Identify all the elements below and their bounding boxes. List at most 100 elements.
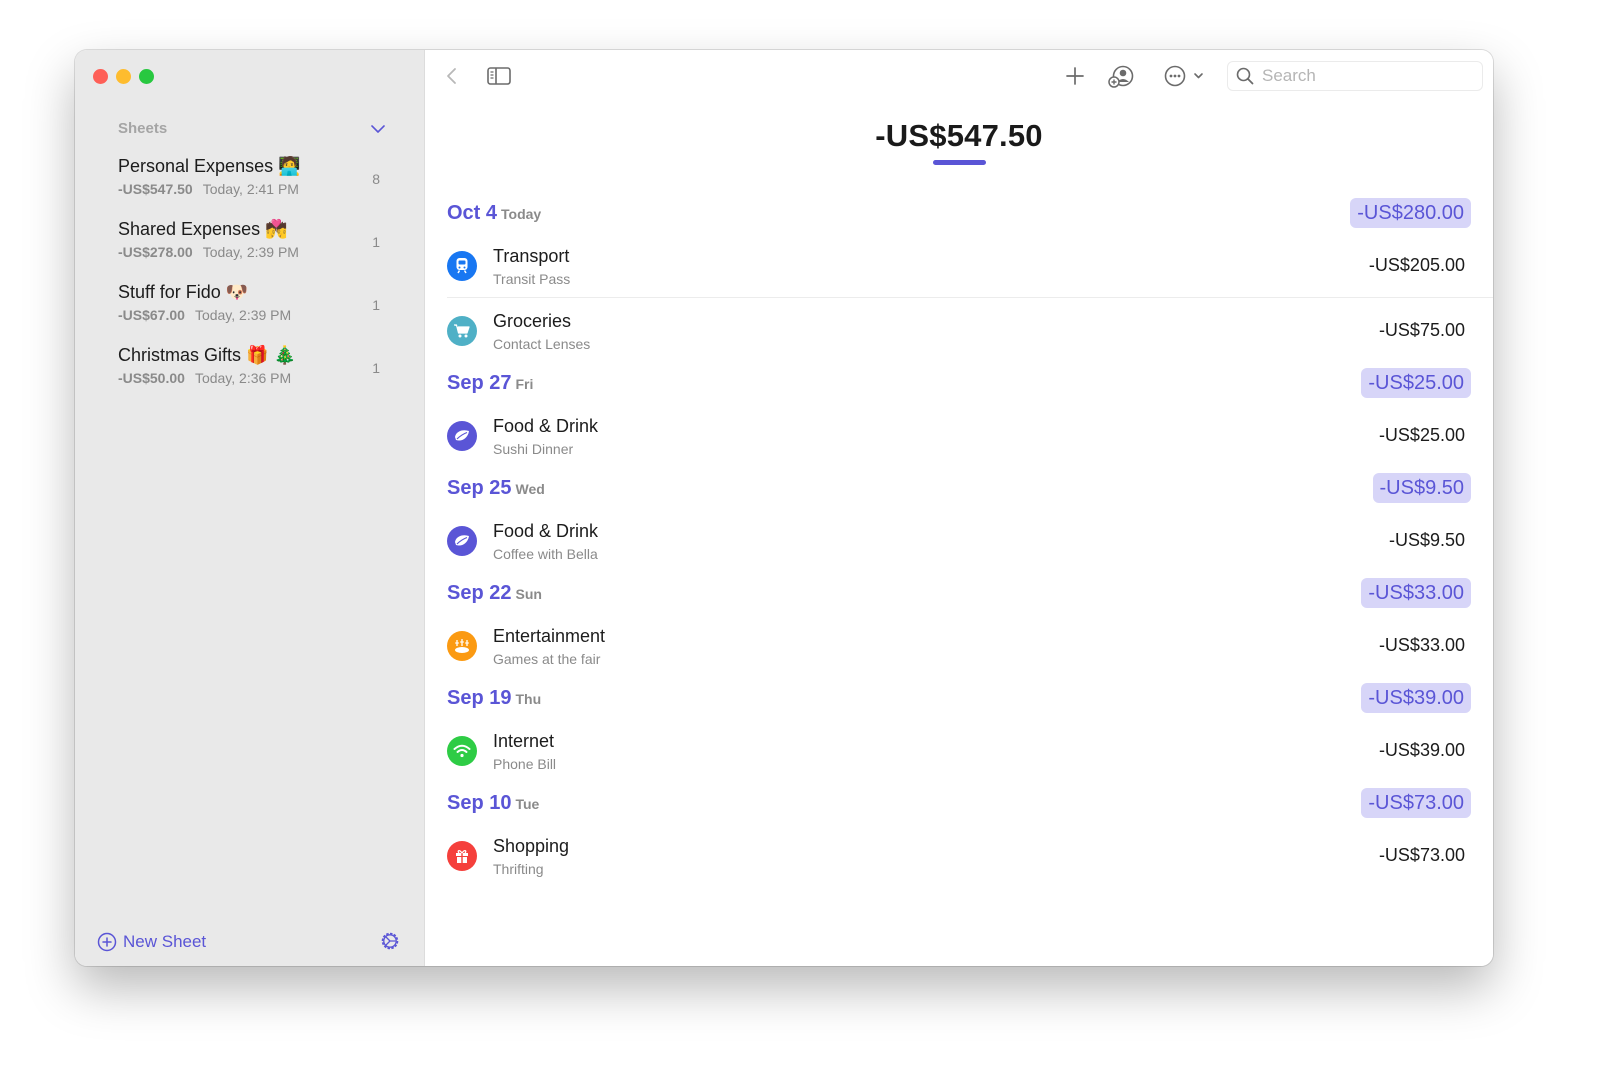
sidebar: Sheets Personal Expenses 🧑‍💻 -US$547.50 T… [75, 50, 425, 966]
search-icon [1236, 67, 1254, 85]
day-weekday: Tue [515, 795, 540, 812]
sheet-item[interactable]: Shared Expenses 💏 -US$278.00 Today, 2:39 … [118, 218, 388, 281]
add-person-icon[interactable] [1108, 64, 1134, 88]
minimize-window-button[interactable] [116, 69, 131, 84]
transaction-category: Transport [493, 245, 570, 266]
sheet-item[interactable]: Personal Expenses 🧑‍💻 -US$547.50 Today, 2… [118, 155, 388, 218]
day-date: Sep 10 [447, 791, 512, 814]
transaction-note: Contact Lenses [493, 335, 591, 352]
transaction-note: Coffee with Bella [493, 545, 598, 562]
close-window-button[interactable] [93, 69, 108, 84]
cart-icon [447, 315, 477, 346]
maximize-window-button[interactable] [139, 69, 154, 84]
toolbar [425, 50, 1493, 104]
train-icon [447, 250, 477, 281]
day-header: Oct 4 Today -US$280.00 [447, 193, 1471, 233]
transaction-row[interactable]: Shopping Thrifting -US$73.00 [447, 823, 1471, 888]
sheet-amount: -US$67.00 [118, 307, 185, 323]
transaction-row[interactable]: Entertainment Games at the fair -US$33.0… [447, 613, 1471, 678]
transaction-category: Entertainment [493, 625, 606, 646]
sheet-time: Today, 2:39 PM [202, 244, 299, 260]
transaction-amount: -US$25.00 [1378, 425, 1465, 445]
gear-icon[interactable] [379, 930, 401, 952]
day-total-badge: -US$33.00 [1361, 578, 1471, 608]
sheet-name: Stuff for Fido [118, 282, 221, 302]
window-controls [93, 69, 154, 84]
transaction-category: Shopping [493, 835, 570, 856]
sheet-amount: -US$278.00 [118, 244, 193, 260]
sheet-name: Christmas Gifts [118, 345, 242, 365]
new-sheet-label: New Sheet [123, 932, 207, 951]
sheet-count: 8 [372, 171, 380, 187]
bowling-icon [447, 630, 477, 661]
main-pane: -US$547.50 Oct 4Today -US$280.00 Transpo… [425, 50, 1493, 966]
back-chevron-icon[interactable] [445, 66, 459, 86]
sheet-time: Today, 2:39 PM [194, 307, 292, 323]
transaction-category: Food & Drink [493, 520, 599, 541]
day-date: Sep 27 [447, 371, 512, 394]
sheets-section-header[interactable]: Sheets [118, 120, 386, 137]
day-header: Sep 10 Tue -US$73.00 [447, 783, 1471, 823]
sheet-amount: -US$50.00 [118, 370, 185, 386]
sheet-count: 1 [372, 234, 380, 250]
sheets-section-title: Sheets [118, 120, 168, 137]
transaction-row[interactable]: Food & Drink Coffee with Bella -US$9.50 [447, 508, 1471, 573]
day-weekday: Sun [515, 585, 542, 602]
transaction-amount: -US$39.00 [1378, 740, 1465, 760]
day-weekday: Wed [515, 480, 545, 497]
day-header: Sep 27 Fri -US$25.00 [447, 363, 1471, 403]
transaction-category: Food & Drink [493, 415, 599, 436]
day-total-badge: -US$280.00 [1350, 198, 1471, 228]
search-input[interactable] [1262, 66, 1462, 86]
transaction-amount: -US$205.00 [1368, 255, 1465, 275]
transaction-category: Groceries [493, 310, 572, 331]
day-header: Sep 25 Wed -US$9.50 [447, 468, 1471, 508]
sheet-list: Personal Expenses 🧑‍💻 -US$547.50 Today, 2… [118, 155, 388, 407]
transaction-category: Internet [493, 730, 555, 751]
day-total-badge: -US$9.50 [1372, 473, 1471, 503]
transaction-note: Sushi Dinner [493, 440, 574, 457]
sheet-emoji: 🐶 [225, 282, 249, 302]
day-date: Oct 4 [447, 201, 498, 224]
gift-icon [447, 840, 477, 871]
sheet-name: Shared Expenses [118, 219, 261, 239]
leaf-icon [447, 525, 477, 556]
more-options-icon[interactable] [1163, 64, 1207, 88]
transaction-row[interactable]: Transport Transit Pass -US$205.00 [447, 233, 1493, 298]
transaction-note: Phone Bill [493, 755, 557, 772]
chevron-down-icon[interactable] [370, 121, 386, 137]
day-total-badge: -US$25.00 [1361, 368, 1471, 398]
total-underline [933, 160, 986, 165]
day-total-badge: -US$73.00 [1361, 788, 1471, 818]
day-date: Sep 22 [447, 581, 512, 604]
transaction-list: Oct 4 Today -US$280.00 Transport Transit … [447, 193, 1493, 888]
transaction-amount: -US$9.50 [1388, 530, 1465, 550]
transaction-row[interactable]: Groceries Contact Lenses -US$75.00 [447, 298, 1471, 363]
toggle-sidebar-icon[interactable] [487, 66, 511, 86]
day-date: Sep 19 [447, 686, 512, 709]
sheet-item[interactable]: Stuff for Fido 🐶 -US$67.00 Today, 2:39 PM… [118, 281, 388, 344]
transaction-amount: -US$73.00 [1378, 845, 1465, 865]
sheet-count: 1 [372, 297, 380, 313]
day-header: Sep 19 Thu -US$39.00 [447, 678, 1471, 718]
sheet-time: Today, 2:41 PM [202, 181, 299, 197]
add-icon[interactable] [1065, 65, 1085, 87]
wifi-icon [447, 735, 477, 766]
search-field[interactable] [1227, 61, 1483, 91]
sheet-total: -US$547.50 [875, 118, 1043, 153]
sheet-emoji: 💏 [265, 219, 288, 239]
plus-circle-icon [97, 932, 117, 952]
day-weekday: Fri [515, 375, 534, 392]
transaction-row[interactable]: Food & Drink Sushi Dinner -US$25.00 [447, 403, 1471, 468]
transaction-amount: -US$75.00 [1378, 320, 1465, 340]
sheet-emoji: 🎁 🎄 [246, 345, 296, 365]
transaction-row[interactable]: Internet Phone Bill -US$39.00 [447, 718, 1471, 783]
app-window: Sheets Personal Expenses 🧑‍💻 -US$547.50 T… [75, 50, 1493, 966]
sheet-emoji: 🧑‍💻 [278, 156, 301, 176]
transaction-amount: -US$33.00 [1378, 635, 1465, 655]
day-header: Sep 22 Sun -US$33.00 [447, 573, 1471, 613]
transaction-note: Games at the fair [493, 650, 601, 667]
transaction-note: Thrifting [493, 860, 544, 877]
new-sheet-button[interactable]: New Sheet [97, 932, 206, 952]
sheet-item[interactable]: Christmas Gifts 🎁 🎄 -US$50.00 Today, 2:36… [118, 344, 388, 407]
